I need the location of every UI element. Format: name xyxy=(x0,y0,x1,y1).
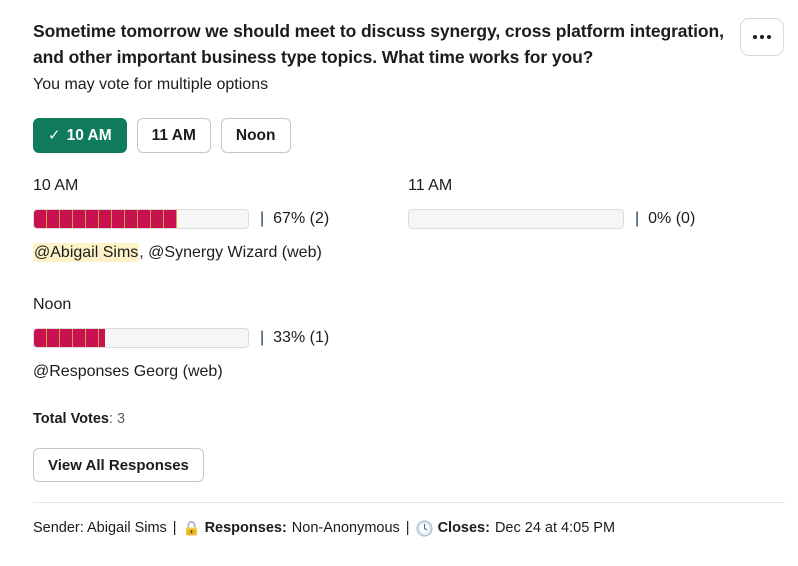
poll-question: Sometime tomorrow we should meet to disc… xyxy=(33,21,724,67)
result-percent: 33% (1) xyxy=(273,329,330,346)
progress-bar-track xyxy=(33,209,249,229)
result-option-label: 11 AM xyxy=(408,177,453,194)
result-10am: 10 AM | 67% (2) @Abigail Sims, @Synergy … xyxy=(33,176,329,263)
progress-bar-track xyxy=(408,209,624,229)
result-noon: Noon | 33% (1) @Responses Georg (web) xyxy=(33,295,329,382)
voters-rest: , @Synergy Wizard (web) xyxy=(139,244,322,261)
clock-icon xyxy=(416,519,433,537)
vote-button-label: 10 AM xyxy=(66,126,112,144)
result-percent: 0% (0) xyxy=(648,210,696,227)
result-bar-line: | 33% (1) xyxy=(33,328,329,348)
ellipsis-dot-2 xyxy=(760,35,764,39)
poll-message: Sometime tomorrow we should meet to disc… xyxy=(0,0,798,566)
ellipsis-dot-1 xyxy=(753,35,757,39)
vote-button-10am[interactable]: ✓ 10 AM xyxy=(33,118,127,153)
voters-rest: @Responses Georg (web) xyxy=(33,363,223,380)
total-votes-value: : 3 xyxy=(109,411,126,427)
result-option-label: 10 AM xyxy=(33,177,79,194)
closes-label: Closes: xyxy=(437,520,490,536)
view-all-responses-button[interactable]: View All Responses xyxy=(33,448,204,482)
vote-button-label: Noon xyxy=(235,126,276,144)
result-option-label: Noon xyxy=(33,296,72,313)
mention-abigail-sims[interactable]: @Abigail Sims xyxy=(33,243,140,262)
check-icon: ✓ xyxy=(48,127,61,144)
result-percent: 67% (2) xyxy=(273,210,330,227)
result-bar-line: | 0% (0) xyxy=(408,209,695,229)
closes-value: Dec 24 at 4:05 PM xyxy=(494,520,616,536)
ellipsis-dot-3 xyxy=(767,35,771,39)
bar-separator: | xyxy=(635,210,640,227)
progress-bar-track xyxy=(33,328,249,348)
footer-separator-2: | xyxy=(405,520,410,536)
bar-separator: | xyxy=(260,329,265,346)
total-votes-label: Total Votes xyxy=(33,411,109,427)
responses-value: Non-Anonymous xyxy=(291,520,400,536)
vote-button-label: 11 AM xyxy=(151,126,196,144)
progress-bar-fill xyxy=(34,329,105,347)
lock-icon xyxy=(183,520,200,537)
responses-label: Responses: xyxy=(204,520,287,536)
result-voters: @Abigail Sims, @Synergy Wizard (web) xyxy=(33,242,329,263)
footer-separator-1: | xyxy=(172,520,177,536)
result-bar-line: | 67% (2) xyxy=(33,209,329,229)
vote-options: ✓ 10 AM 11 AM Noon xyxy=(33,118,291,153)
poll-subtitle: You may vote for multiple options xyxy=(33,76,269,93)
bar-separator: | xyxy=(260,210,265,227)
result-voters: @Responses Georg (web) xyxy=(33,361,329,382)
footer-divider xyxy=(33,502,785,503)
progress-bar-fill xyxy=(34,210,178,228)
poll-header: Sometime tomorrow we should meet to disc… xyxy=(33,18,733,96)
vote-button-noon[interactable]: Noon xyxy=(220,118,291,153)
total-votes: Total Votes: 3 xyxy=(33,411,125,427)
ellipsis-icon[interactable] xyxy=(740,18,784,56)
result-11am: 11 AM | 0% (0) xyxy=(408,176,695,229)
sender-text: Sender: Abigail Sims xyxy=(33,520,167,536)
poll-footer: Sender: Abigail Sims | Responses: Non-An… xyxy=(33,518,615,538)
vote-button-11am[interactable]: 11 AM xyxy=(136,118,211,153)
